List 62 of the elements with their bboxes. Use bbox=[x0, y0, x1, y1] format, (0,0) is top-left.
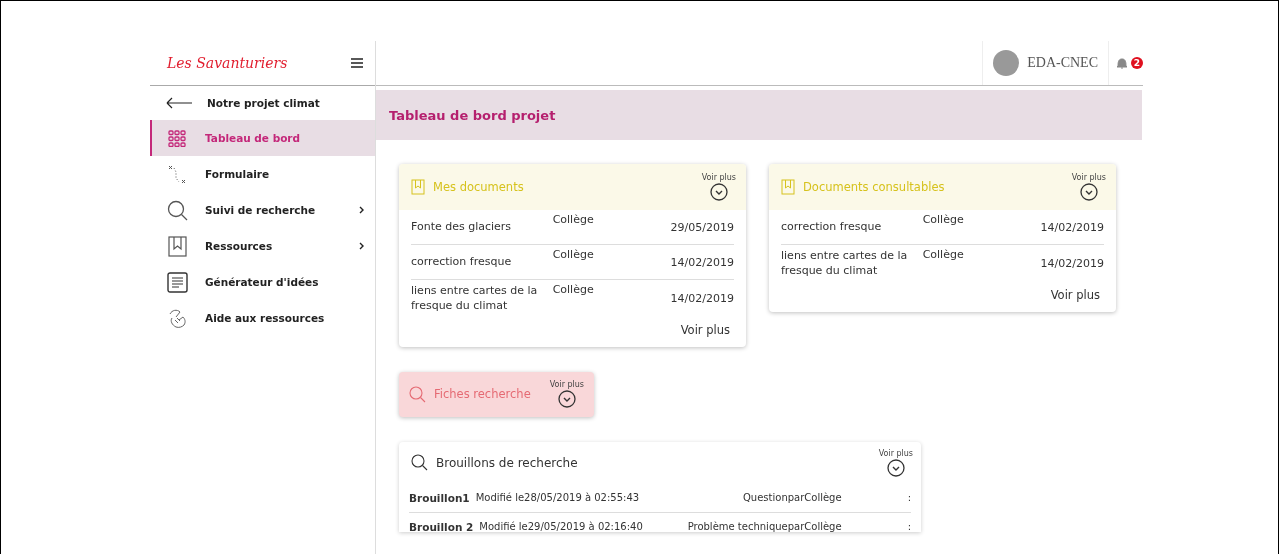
card-title: Brouillons de recherche bbox=[436, 455, 578, 470]
bookmark-icon bbox=[781, 179, 795, 195]
level-label: Collège bbox=[922, 213, 965, 226]
see-more-button[interactable]: Voir plus bbox=[878, 448, 913, 477]
bell-icon bbox=[1116, 56, 1128, 70]
document-link[interactable]: Fonte des glaciers bbox=[411, 219, 553, 235]
search-icon bbox=[166, 199, 188, 221]
draft-name[interactable]: Brouillon1 bbox=[409, 491, 470, 504]
document-link[interactable]: correction fresque bbox=[781, 219, 923, 235]
sidebar-item[interactable]: Ressources bbox=[150, 228, 375, 264]
arrow-left-icon bbox=[166, 97, 193, 109]
modified-date: Modifié le28/05/2019 à 02:55:43 bbox=[475, 491, 640, 504]
menu-icon bbox=[351, 57, 363, 69]
level-label: Collège bbox=[552, 248, 595, 261]
research-sheets-card[interactable]: Fiches recherche Voir plus bbox=[399, 371, 594, 417]
chevron-down-icon bbox=[886, 458, 905, 477]
date-label: 14/02/2019 bbox=[1039, 256, 1104, 270]
chevron-down-icon bbox=[1079, 183, 1098, 201]
sidebar-item[interactable]: Suivi de recherche bbox=[150, 192, 375, 228]
user-name[interactable]: EDA-CNEC bbox=[1027, 55, 1098, 71]
see-more-button[interactable]: Voir plus bbox=[1071, 173, 1106, 201]
sidebar-item[interactable]: Formulaire bbox=[150, 156, 375, 192]
row-menu[interactable]: : bbox=[907, 491, 911, 504]
sidebar-item[interactable]: Tableau de bord bbox=[150, 120, 375, 156]
date-label: 14/02/2019 bbox=[669, 255, 734, 269]
date-label: 14/02/2019 bbox=[669, 291, 734, 305]
dotted-path-icon bbox=[167, 163, 187, 185]
document-link[interactable]: correction fresque bbox=[411, 254, 553, 270]
level-label: Collège bbox=[922, 248, 965, 261]
search-icon bbox=[409, 385, 426, 403]
bookmark-icon bbox=[411, 179, 425, 195]
date-label: 14/02/2019 bbox=[1039, 220, 1104, 234]
avatar[interactable] bbox=[993, 50, 1020, 76]
chevron-down-icon bbox=[557, 390, 576, 409]
card-title: Fiches recherche bbox=[434, 387, 531, 402]
see-more-link[interactable]: Voir plus bbox=[1050, 287, 1100, 302]
draft-name[interactable]: Brouillon 2 bbox=[409, 520, 474, 532]
grid-icon bbox=[168, 129, 186, 147]
date-label: 29/05/2019 bbox=[669, 220, 734, 234]
sidebar-item[interactable]: Aide aux ressources bbox=[150, 300, 375, 336]
logo[interactable]: Les Savanturiers bbox=[167, 55, 288, 71]
document-link[interactable]: liens entre cartes de la fresque du climat bbox=[781, 248, 923, 279]
back-link[interactable]: Notre projet climat bbox=[150, 86, 375, 120]
level-label: Collège bbox=[552, 213, 595, 226]
bookmark-icon bbox=[167, 235, 187, 257]
card-title: Mes documents bbox=[433, 180, 524, 194]
draft-type: Problème techniqueparCollège bbox=[686, 520, 843, 532]
notification-badge: 2 bbox=[1131, 57, 1143, 69]
draft-type: QuestionparCollège bbox=[742, 491, 843, 504]
see-more-button[interactable]: Voir plus bbox=[549, 380, 584, 409]
page-title: Tableau de bord projet bbox=[389, 107, 556, 123]
document-link[interactable]: liens entre cartes de la fresque du climat bbox=[411, 283, 553, 314]
level-label: Collège bbox=[552, 283, 595, 296]
modified-date: Modifié le29/05/2019 à 02:16:40 bbox=[479, 520, 643, 532]
document-icon bbox=[166, 271, 188, 293]
row-menu[interactable]: : bbox=[907, 520, 911, 532]
sidebar-item[interactable]: Générateur d'idées bbox=[150, 264, 375, 300]
card-title: Documents consultables bbox=[803, 180, 945, 194]
chevron-down-icon bbox=[709, 183, 728, 201]
search-icon bbox=[411, 454, 428, 472]
see-more-link[interactable]: Voir plus bbox=[680, 322, 730, 337]
see-more-button[interactable]: Voir plus bbox=[701, 173, 736, 201]
